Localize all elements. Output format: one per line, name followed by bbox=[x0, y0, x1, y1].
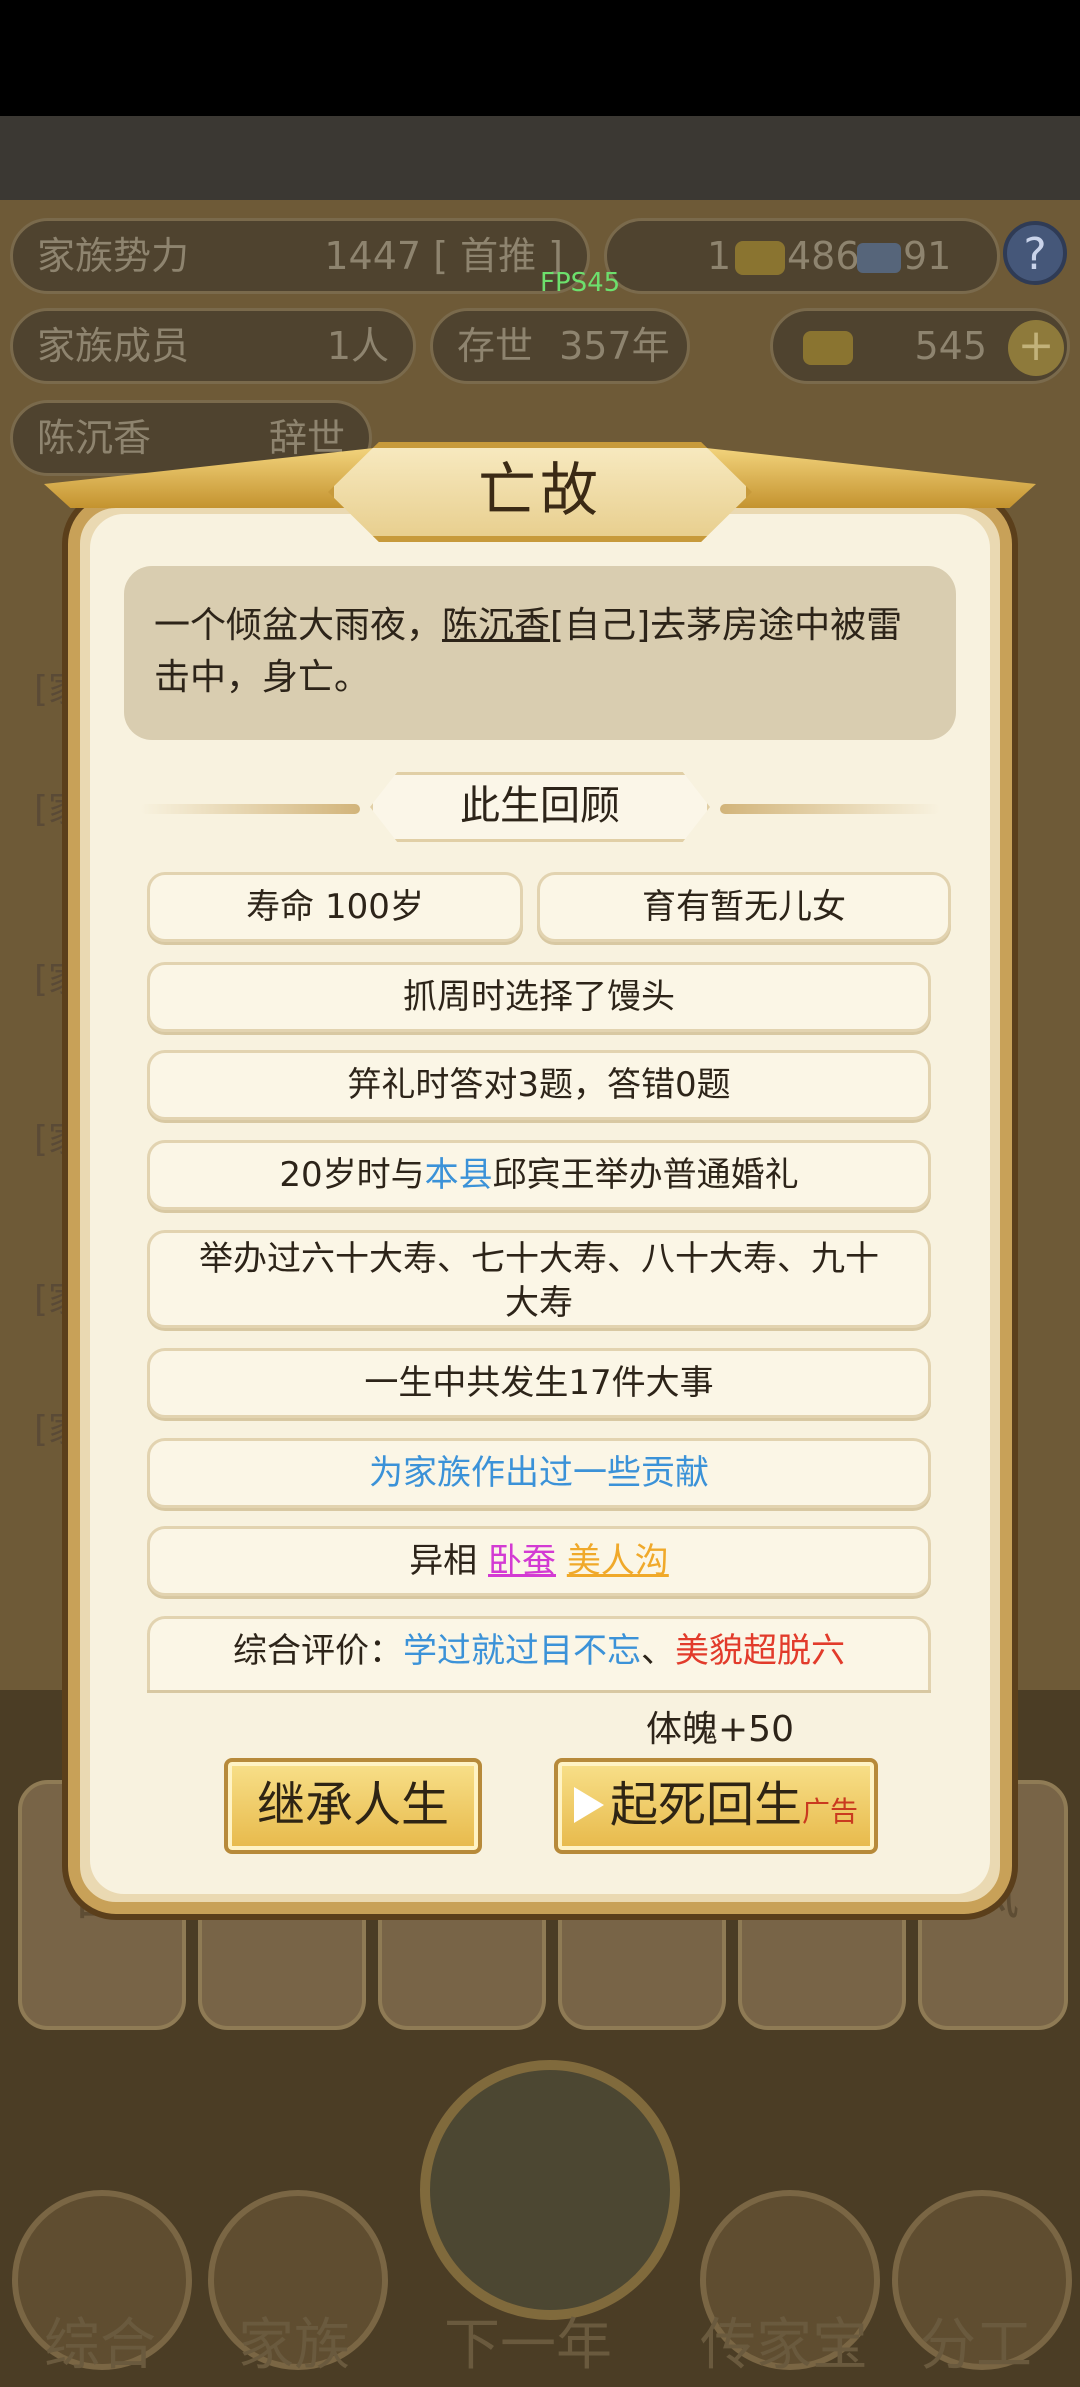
marriage-card: 20岁时与本县邱宾王举办普通婚礼 bbox=[147, 1140, 931, 1210]
evaluation-trait-2: 美貌超脱六 bbox=[675, 1631, 845, 1671]
lifespan-card: 寿命 100岁 bbox=[147, 872, 523, 942]
evaluation-separator: 、 bbox=[641, 1631, 675, 1671]
birthdays-text: 举办过六十大寿、七十大寿、八十大寿、九十大寿 bbox=[199, 1239, 879, 1323]
feature-meirengou[interactable]: 美人沟 bbox=[567, 1541, 669, 1581]
contribution-text: 为家族作出过一些贡献 bbox=[369, 1453, 709, 1493]
jili-card: 笄礼时答对3题，答错0题 bbox=[147, 1050, 931, 1120]
revive-label: 起死回生 bbox=[609, 1777, 802, 1833]
evaluation-trait-1: 学过就过目不忘 bbox=[403, 1631, 641, 1671]
events-text: 一生中共发生17件大事 bbox=[364, 1363, 714, 1403]
inherit-life-label: 继承人生 bbox=[256, 1777, 449, 1833]
lifespan-text: 寿命 100岁 bbox=[246, 887, 424, 927]
revive-reward: 体魄+50 bbox=[646, 1709, 794, 1750]
top-strip bbox=[0, 116, 1080, 200]
existence-value: 357年 bbox=[559, 324, 670, 368]
resources-panel[interactable]: 1 486 91 bbox=[604, 218, 1000, 294]
marriage-place: 本县 bbox=[424, 1155, 493, 1195]
death-prefix: 一个倾盆大雨夜， bbox=[154, 605, 443, 646]
family-power-value: 1447 bbox=[324, 234, 422, 278]
evaluation-card: 综合评价：学过就过目不忘、美貌超脱六 bbox=[147, 1616, 931, 1690]
family-power-panel[interactable]: 家族势力 1447 [ 首推 ] bbox=[10, 218, 590, 294]
marriage-suffix: 邱宾王举办普通婚礼 bbox=[492, 1155, 799, 1195]
marriage-prefix: 20岁时与 bbox=[279, 1155, 425, 1195]
features-label: 异相 bbox=[409, 1541, 478, 1581]
nav-division-label[interactable]: 分工 bbox=[920, 2300, 1032, 2381]
person-name: 陈沉香 bbox=[37, 416, 152, 460]
resource-3-value: 91 bbox=[903, 234, 952, 278]
nav-heirloom-label[interactable]: 传家宝 bbox=[700, 2300, 868, 2381]
existence-label: 存世 bbox=[457, 324, 534, 368]
zhuazhou-card: 抓周时选择了馒头 bbox=[147, 962, 931, 1032]
dialog-title: 亡故 bbox=[477, 456, 602, 524]
jade-icon bbox=[857, 243, 901, 273]
revive-button[interactable]: 起死回生广告 bbox=[554, 1758, 878, 1854]
gold-value: 545 bbox=[914, 324, 987, 368]
family-members-value: 1人 bbox=[326, 324, 389, 368]
children-text: 育有暂无儿女 bbox=[642, 887, 846, 927]
gold-bar-icon bbox=[735, 241, 785, 275]
zhuazhou-text: 抓周时选择了馒头 bbox=[403, 977, 675, 1017]
help-icon[interactable]: ? bbox=[1003, 221, 1067, 285]
family-members-label: 家族成员 bbox=[37, 324, 190, 368]
next-year-mountain-icon[interactable] bbox=[420, 2060, 680, 2320]
review-divider-right bbox=[720, 804, 940, 814]
resource-1-value: 1 bbox=[707, 234, 732, 278]
death-description: 一个倾盆大雨夜，陈沉香[自己]去茅房途中被雷击中，身亡。 bbox=[124, 566, 956, 740]
inherit-life-button[interactable]: 继承人生 bbox=[224, 1758, 482, 1854]
nav-family-label[interactable]: 家族 bbox=[238, 2300, 350, 2381]
birthdays-card: 举办过六十大寿、七十大寿、八十大寿、九十大寿 bbox=[147, 1230, 931, 1328]
review-divider-left bbox=[140, 804, 360, 814]
feature-wocan[interactable]: 卧蚕 bbox=[488, 1541, 556, 1581]
resource-2-value: 486 bbox=[787, 234, 860, 278]
nav-next-year-label[interactable]: 下一年 bbox=[444, 2300, 612, 2381]
existence-panel: 存世 357年 bbox=[430, 308, 690, 384]
features-card: 异相 卧蚕 美人沟 bbox=[147, 1526, 931, 1596]
add-gold-icon[interactable]: + bbox=[1008, 320, 1064, 376]
play-ad-icon bbox=[573, 1787, 604, 1823]
fps-counter: FPS45 bbox=[540, 268, 621, 298]
jili-text: 笄礼时答对3题，答错0题 bbox=[347, 1065, 731, 1105]
evaluation-label: 综合评价： bbox=[233, 1631, 403, 1671]
events-card: 一生中共发生17件大事 bbox=[147, 1348, 931, 1418]
status-bar bbox=[0, 0, 1080, 116]
gold-ingot-icon bbox=[803, 331, 853, 365]
review-title: 此生回顾 bbox=[460, 783, 620, 829]
family-members-panel[interactable]: 家族成员 1人 bbox=[10, 308, 416, 384]
death-person-name[interactable]: 陈沉香 bbox=[442, 605, 550, 646]
nav-overview-label[interactable]: 综合 bbox=[44, 2300, 156, 2381]
children-card: 育有暂无儿女 bbox=[537, 872, 951, 942]
family-power-label: 家族势力 bbox=[37, 234, 190, 278]
ad-tag: 广告 bbox=[802, 1795, 859, 1828]
contribution-card: 为家族作出过一些贡献 bbox=[147, 1438, 931, 1508]
